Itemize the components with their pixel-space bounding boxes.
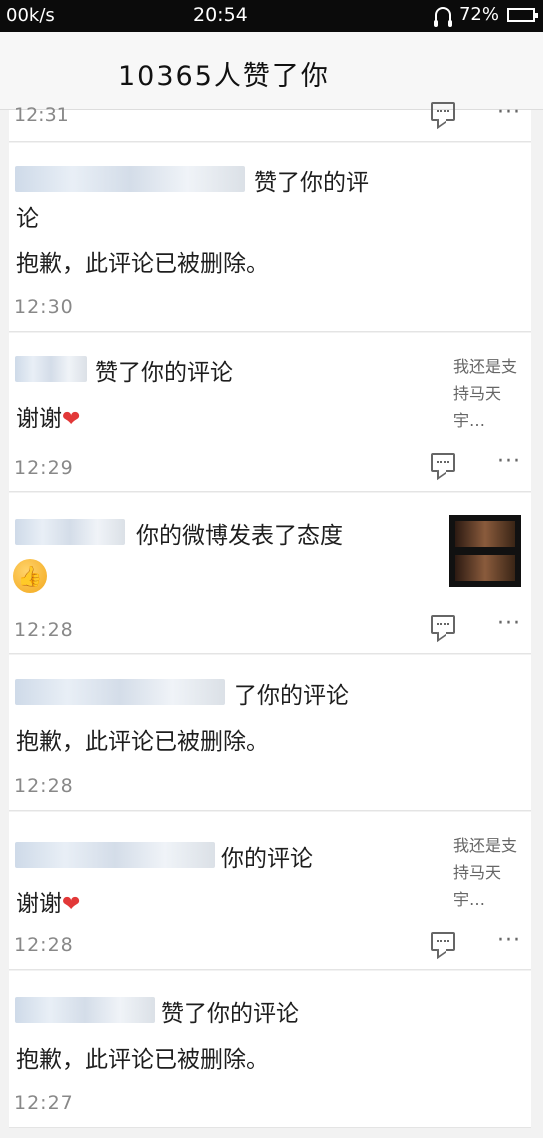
page-title: 10365人赞了你 xyxy=(118,61,330,92)
item-action: 赞了你的评 xyxy=(254,170,369,196)
network-speed: 00k/s xyxy=(6,5,55,26)
item-time: 12:28 xyxy=(14,934,74,956)
post-thumbnail[interactable] xyxy=(449,515,521,587)
list-item[interactable]: 你的评论 谢谢❤ 我还是支持马天宇… 12:28 ··· xyxy=(9,812,531,970)
item-body: 抱歉，此评论已被删除。 xyxy=(16,729,269,755)
item-time: 12:30 xyxy=(14,296,74,318)
item-body: 谢谢 xyxy=(16,891,62,917)
blurred-username[interactable] xyxy=(15,997,155,1023)
item-action: 赞了你的评论 xyxy=(95,360,233,386)
heart-icon: ❤ xyxy=(62,407,81,432)
blurred-username[interactable] xyxy=(15,166,245,192)
blurred-username[interactable] xyxy=(15,519,125,545)
top-header: 10365人赞了你 xyxy=(0,32,543,110)
item-action: 赞了你的评论 xyxy=(161,1001,299,1027)
list-item[interactable]: 赞了你的评论 谢谢❤ 我还是支持马天宇… 12:29 ··· xyxy=(9,333,531,492)
list-item[interactable]: 赞了你的评论 抱歉，此评论已被删除。 12:27 xyxy=(9,971,531,1128)
blurred-username[interactable] xyxy=(15,356,87,382)
item-time: 12:29 xyxy=(14,457,74,479)
clock: 20:54 xyxy=(193,4,248,26)
item-source-text[interactable]: 我还是支持马天宇… xyxy=(453,353,519,434)
blurred-username[interactable] xyxy=(15,679,225,705)
more-icon[interactable]: ··· xyxy=(497,928,521,953)
item-body-line: 谢谢❤ xyxy=(16,399,80,433)
more-icon[interactable]: ··· xyxy=(497,449,521,474)
item-action-cont: 论 xyxy=(16,206,39,232)
item-body: 抱歉，此评论已被删除。 xyxy=(16,1047,269,1073)
item-time: 12:28 xyxy=(14,775,74,797)
comment-icon[interactable] xyxy=(431,102,455,121)
list-item[interactable]: 12:31 ··· xyxy=(9,100,531,142)
item-body: 抱歉，此评论已被删除。 xyxy=(16,251,269,277)
more-icon[interactable]: ··· xyxy=(497,100,521,125)
blurred-username[interactable] xyxy=(15,842,215,868)
item-time: 12:31 xyxy=(14,104,69,126)
heart-icon: ❤ xyxy=(62,892,81,917)
item-time: 12:28 xyxy=(14,619,74,641)
list-item[interactable]: 了你的评论 抱歉，此评论已被删除。 12:28 xyxy=(9,655,531,811)
headset-icon xyxy=(433,6,452,27)
list-item[interactable]: 你的微博发表了态度 👍 12:28 ··· xyxy=(9,493,531,654)
comment-icon[interactable] xyxy=(431,932,455,951)
battery-percent: 72% xyxy=(458,4,499,25)
status-bar: 00k/s 20:54 72% xyxy=(0,0,543,32)
more-icon[interactable]: ··· xyxy=(497,611,521,636)
item-body: 谢谢 xyxy=(16,406,62,432)
item-time: 12:27 xyxy=(14,1092,74,1114)
item-action: 了你的评论 xyxy=(234,683,349,709)
list-item[interactable]: 赞了你的评 论 抱歉，此评论已被删除。 12:30 xyxy=(9,143,531,332)
item-action: 你的微博发表了态度 xyxy=(136,523,343,549)
thumbs-up-icon: 👍 xyxy=(13,559,47,593)
comment-icon[interactable] xyxy=(431,453,455,472)
comment-icon[interactable] xyxy=(431,615,455,634)
item-body-line: 谢谢❤ xyxy=(16,884,80,918)
battery-icon xyxy=(507,7,538,22)
item-action: 你的评论 xyxy=(221,846,313,872)
item-source-text[interactable]: 我还是支持马天宇… xyxy=(453,832,519,913)
